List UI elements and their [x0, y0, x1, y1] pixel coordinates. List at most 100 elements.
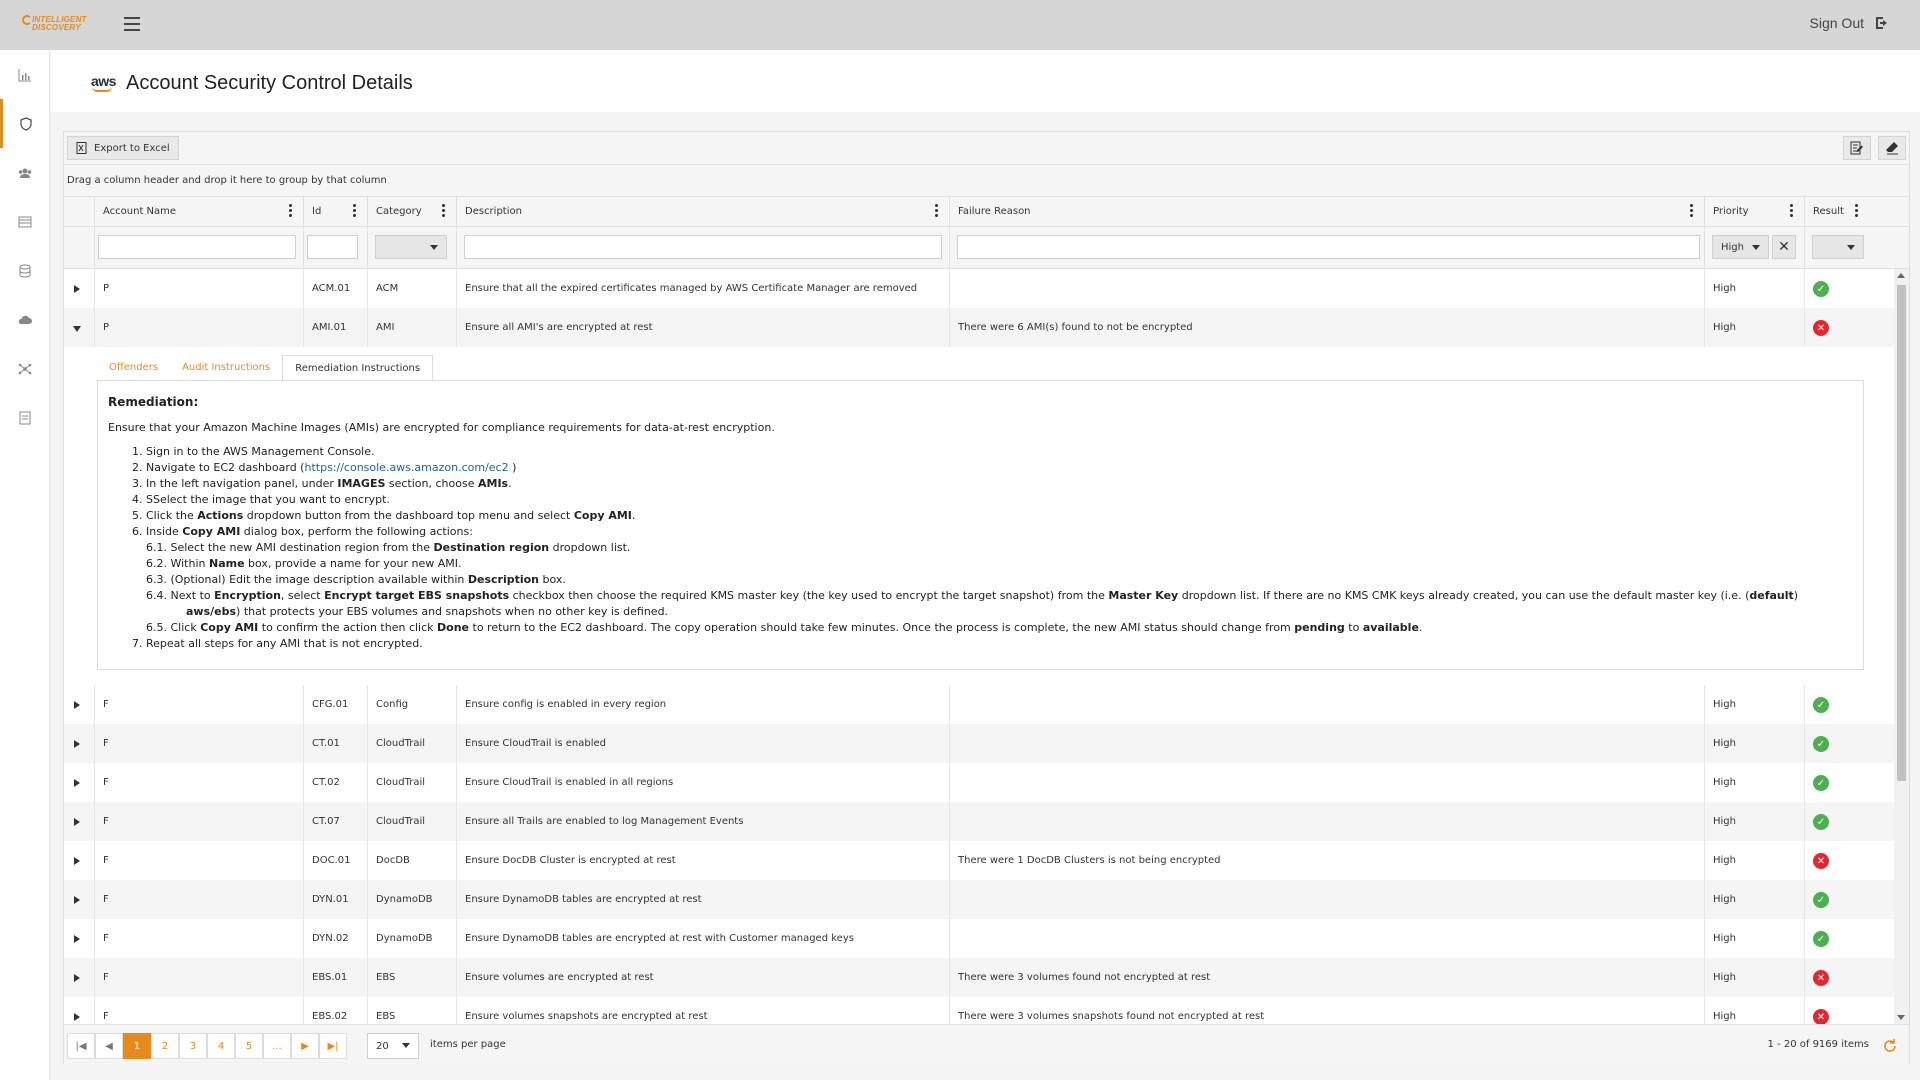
result-cell: ✓	[1804, 880, 1894, 919]
cell-id: CT.01	[303, 724, 367, 763]
page-button-5[interactable]: 5	[235, 1033, 263, 1059]
expand-row-icon[interactable]	[74, 818, 80, 826]
header-account-name[interactable]: Account Name	[94, 197, 303, 227]
page-button-3[interactable]: 3	[179, 1033, 207, 1059]
table-row[interactable]: F CT.07 CloudTrail Ensure all Trails are en…	[64, 802, 1894, 841]
prev-page-icon[interactable]: ◀	[95, 1033, 123, 1059]
network-icon	[18, 363, 31, 374]
header-priority[interactable]: Priority	[1704, 197, 1804, 227]
column-menu-icon[interactable]	[935, 204, 939, 220]
page-button-1[interactable]: 1	[123, 1033, 151, 1059]
table-row[interactable]: F CT.02 CloudTrail Ensure CloudTrail is ena…	[64, 763, 1894, 802]
list-item: 1. Sign in to the AWS Management Console…	[132, 445, 375, 458]
category-filter-select[interactable]	[375, 235, 447, 259]
expand-row-icon[interactable]	[74, 1013, 80, 1021]
page-size-value: 20	[376, 1040, 389, 1052]
header-id[interactable]: Id	[303, 197, 367, 227]
cell-id: ACM.01	[303, 269, 367, 308]
table-row[interactable]: F EBS.01 EBS Ensure volumes are encrypted a…	[64, 958, 1894, 997]
last-page-icon[interactable]: ▶|	[319, 1033, 347, 1059]
clear-filters-button[interactable]	[1878, 136, 1906, 160]
row-detail-panel: Offenders Audit Instructions Remediation…	[64, 347, 1894, 685]
sidebar-item-network[interactable]	[0, 344, 49, 393]
account-filter-input[interactable]	[98, 235, 296, 259]
result-filter-select[interactable]	[1812, 235, 1864, 259]
sidebar-item-cloud[interactable]	[0, 295, 49, 344]
header-category[interactable]: Category	[367, 197, 456, 227]
id-filter-input[interactable]	[307, 235, 358, 259]
page-size-select[interactable]: 20	[367, 1033, 419, 1059]
page-size-label: items per page	[430, 1039, 506, 1050]
header-category-label: Category	[376, 206, 422, 217]
ec2-console-link[interactable]: https://console.aws.amazon.com/ec2	[304, 461, 508, 474]
column-menu-icon[interactable]	[289, 204, 293, 220]
expand-row-icon[interactable]	[74, 857, 80, 865]
description-filter-input[interactable]	[464, 235, 942, 259]
table-row[interactable]: F DYN.02 DynamoDB Ensure DynamoDB tables ar…	[64, 919, 1894, 958]
table-row[interactable]: F CT.01 CloudTrail Ensure CloudTrail is ena…	[64, 724, 1894, 763]
expand-row-icon[interactable]	[74, 779, 80, 787]
tab-remediation-instructions[interactable]: Remediation Instructions	[282, 355, 434, 381]
sidebar-item-table[interactable]	[0, 197, 49, 246]
edit-columns-button[interactable]	[1843, 136, 1871, 160]
sidebar-item-report[interactable]	[0, 393, 49, 442]
tab-offenders[interactable]: Offenders	[97, 355, 170, 381]
table-row[interactable]: P ACM.01 ACM Ensure that all the expired ce…	[64, 269, 1894, 308]
page-button-more[interactable]: ...	[263, 1033, 291, 1059]
collapse-row-icon[interactable]	[73, 326, 81, 332]
header-description[interactable]: Description	[456, 197, 949, 227]
page-button-4[interactable]: 4	[207, 1033, 235, 1059]
expand-row-icon[interactable]	[74, 896, 80, 904]
column-menu-icon[interactable]	[1855, 204, 1859, 220]
column-menu-icon[interactable]	[442, 204, 446, 220]
export-excel-button[interactable]: Export to Excel	[67, 136, 179, 160]
failure-filter-input[interactable]	[957, 235, 1700, 259]
sidebar-item-dashboard[interactable]	[0, 50, 49, 99]
tab-audit-instructions[interactable]: Audit Instructions	[170, 355, 282, 381]
table-row[interactable]: F DYN.01 DynamoDB Ensure DynamoDB tables ar…	[64, 880, 1894, 919]
expand-row-icon[interactable]	[74, 701, 80, 709]
page-title: Account Security Control Details	[126, 72, 413, 94]
group-drop-area[interactable]: Drag a column header and drop it here to…	[64, 165, 1909, 197]
scroll-thumb[interactable]	[1897, 285, 1906, 781]
cell-priority: High	[1704, 763, 1804, 802]
page-button-2[interactable]: 2	[151, 1033, 179, 1059]
result-cell: ✓	[1804, 919, 1894, 958]
app-logo[interactable]: INTELLIGENT DISCOVERY	[22, 15, 90, 34]
column-menu-icon[interactable]	[1790, 204, 1794, 220]
column-menu-icon[interactable]	[353, 204, 357, 220]
header-result[interactable]: Result	[1804, 197, 1909, 227]
filter-expand	[64, 227, 94, 269]
header-failure-reason[interactable]: Failure Reason	[949, 197, 1704, 227]
clear-priority-filter-icon[interactable]: ✕	[1772, 235, 1796, 259]
table-row[interactable]: F EBS.02 EBS Ensure volumes snapshots are e…	[64, 997, 1894, 1024]
priority-filter-select[interactable]: High	[1712, 235, 1769, 259]
refresh-icon[interactable]	[1877, 1033, 1903, 1059]
first-page-icon[interactable]: |◀	[67, 1033, 95, 1059]
expand-row-icon[interactable]	[74, 285, 80, 293]
cell-description: Ensure volumes snapshots are encrypted a…	[456, 997, 949, 1024]
sign-out-button[interactable]: Sign Out	[1810, 15, 1890, 31]
sidebar-item-users[interactable]	[0, 148, 49, 197]
result-cell: ✕	[1804, 958, 1894, 997]
scroll-down-icon[interactable]	[1897, 1015, 1905, 1020]
cell-failure: There were 1 DocDB Clusters is not being…	[949, 841, 1704, 880]
table-row[interactable]: F CFG.01 Config Ensure config is enabled in…	[64, 685, 1894, 724]
hamburger-menu-icon[interactable]	[124, 17, 140, 31]
table-row[interactable]: P AMI.01 AMI Ensure all AMI's are encrypted…	[64, 308, 1894, 347]
result-cell: ✕	[1804, 308, 1894, 347]
sidebar-item-security[interactable]	[0, 99, 49, 148]
column-menu-icon[interactable]	[1690, 204, 1694, 220]
expand-row-icon[interactable]	[74, 740, 80, 748]
sidebar-item-database[interactable]	[0, 246, 49, 295]
scroll-up-icon[interactable]	[1897, 273, 1905, 278]
header-failure-reason-label: Failure Reason	[958, 206, 1031, 217]
cell-category: CloudTrail	[367, 763, 456, 802]
expand-row-icon[interactable]	[74, 935, 80, 943]
table-row[interactable]: F DOC.01 DocDB Ensure DocDB Cluster is encr…	[64, 841, 1894, 880]
cell-priority: High	[1704, 269, 1804, 308]
next-page-icon[interactable]: ▶	[291, 1033, 319, 1059]
vertical-scrollbar[interactable]	[1894, 269, 1909, 1024]
expand-row-icon[interactable]	[74, 974, 80, 982]
list-item: 6.5. Click Copy AMI to confirm the actio…	[146, 621, 1423, 634]
